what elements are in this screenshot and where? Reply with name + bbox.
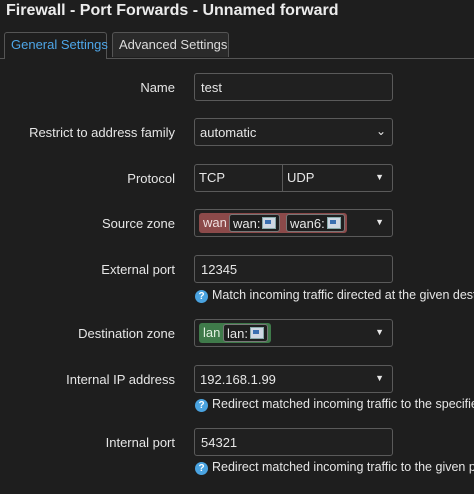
dest-zone-label: Destination zone xyxy=(78,326,175,341)
caret-down-icon: ▼ xyxy=(375,217,384,227)
network-interface-icon xyxy=(326,217,341,229)
tab-advanced-settings[interactable]: Advanced Settings xyxy=(112,32,229,57)
help-circle-icon: ? xyxy=(195,462,208,475)
source-zone-name: wan xyxy=(203,215,227,230)
internal-ip-value: 192.168.1.99 xyxy=(200,372,276,387)
family-value: automatic xyxy=(200,125,257,140)
family-select[interactable]: automatic ⌄ xyxy=(194,118,393,146)
dest-iface-lan-label: lan: xyxy=(227,326,248,341)
internal-port-help: ? Redirect matched incoming traffic to th… xyxy=(195,460,474,475)
internal-ip-help: ? Redirect matched incoming traffic to th… xyxy=(195,397,474,412)
network-interface-icon xyxy=(262,217,277,229)
protocol-tcp: TCP xyxy=(195,165,283,191)
help-circle-icon: ? xyxy=(195,290,208,303)
external-port-help-text: Match incoming traffic directed at the g… xyxy=(212,288,474,302)
page-title: Firewall - Port Forwards - Unnamed forwa… xyxy=(6,2,339,19)
source-zone-select[interactable]: wan wan: wan6: ▼ xyxy=(194,209,393,237)
tab-bar: General Settings Advanced Settings xyxy=(0,32,474,59)
name-label: Name xyxy=(140,80,175,95)
external-port-label: External port xyxy=(101,262,175,277)
internal-ip-select[interactable]: 192.168.1.99 ▼ xyxy=(194,365,393,393)
source-iface-wan6: wan6: xyxy=(286,214,345,232)
source-zone-badge: wan wan: wan6: xyxy=(199,213,347,233)
source-iface-wan: wan: xyxy=(229,214,281,232)
chevron-down-icon: ⌄ xyxy=(375,124,386,138)
internal-port-label: Internal port xyxy=(105,435,175,450)
internal-port-help-text: Redirect matched incoming traffic to the… xyxy=(212,460,474,474)
tab-general-settings[interactable]: General Settings xyxy=(4,32,108,59)
dest-zone-select[interactable]: lan lan: ▼ xyxy=(194,319,393,347)
internal-port-input[interactable] xyxy=(194,428,393,456)
external-port-help: ? Match incoming traffic directed at the … xyxy=(195,288,474,303)
help-circle-icon: ? xyxy=(195,399,208,412)
network-interface-icon xyxy=(249,327,264,339)
internal-ip-help-text: Redirect matched incoming traffic to the… xyxy=(212,397,474,411)
external-port-input[interactable] xyxy=(194,255,393,283)
caret-down-icon: ▼ xyxy=(375,373,384,383)
internal-ip-label: Internal IP address xyxy=(66,372,175,387)
family-label: Restrict to address family xyxy=(29,125,175,140)
caret-down-icon: ▼ xyxy=(375,327,384,337)
protocol-select[interactable]: TCP UDP ▼ xyxy=(194,164,393,192)
source-iface-wan6-label: wan6: xyxy=(290,216,325,231)
name-input[interactable] xyxy=(194,73,393,101)
caret-down-icon: ▼ xyxy=(375,172,384,182)
dest-zone-badge: lan lan: xyxy=(199,323,271,343)
dest-zone-name: lan xyxy=(203,325,221,340)
dest-iface-lan: lan: xyxy=(223,324,268,342)
source-iface-wan-label: wan: xyxy=(233,216,261,231)
protocol-label: Protocol xyxy=(127,171,175,186)
source-zone-label: Source zone xyxy=(102,216,175,231)
